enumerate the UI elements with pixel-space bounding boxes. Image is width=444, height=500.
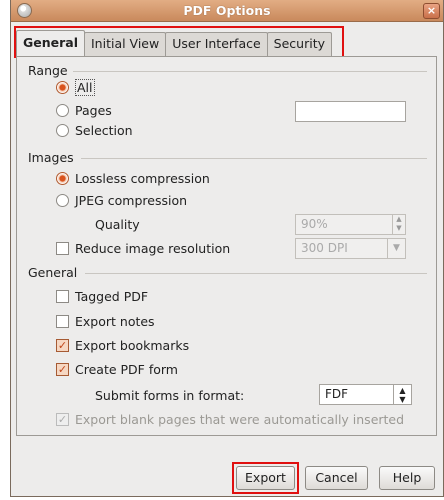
radio-lossless[interactable] [56,172,69,185]
submit-format-select[interactable]: FDF ▲ ▼ [319,384,412,405]
export-bookmarks-label: Export bookmarks [75,338,190,353]
tagged-pdf-checkbox[interactable] [56,290,69,303]
range-heading: Range [28,63,68,78]
submit-format-value: FDF [325,387,349,401]
resolution-select[interactable]: 300 DPI ▼ [295,238,406,259]
export-blank-pages-option[interactable]: ✓ Export blank pages that were automatic… [56,412,404,427]
tagged-pdf-option[interactable]: Tagged PDF [56,289,148,304]
export-bookmarks-option[interactable]: ✓ Export bookmarks [56,338,189,353]
export-notes-checkbox[interactable] [56,315,69,328]
general-heading: General [28,265,78,280]
range-all-label: All [75,79,95,96]
help-button[interactable]: Help [379,466,435,490]
submit-forms-row: Submit forms in format: [95,388,244,403]
submit-forms-label: Submit forms in format: [95,388,245,403]
radio-pages[interactable] [56,104,69,117]
general-divider [85,273,427,274]
range-pages-label: Pages [75,103,112,118]
checkmark-icon[interactable]: ✓ [56,339,69,352]
chevron-down-icon: ▼ [387,239,405,258]
export-highlight-box [232,462,299,494]
tabs-highlight-box [14,26,344,58]
reduce-resolution-checkbox[interactable] [56,242,69,255]
spin-arrows-icon[interactable]: ▲ ▼ [392,215,405,234]
resolution-value: 300 DPI [301,241,348,255]
create-pdf-form-label: Create PDF form [75,362,178,377]
title-bar[interactable]: PDF Options × [11,0,443,22]
images-divider [81,158,427,159]
quality-row: Quality [95,217,140,232]
tagged-pdf-label: Tagged PDF [75,289,149,304]
checkmark-icon[interactable]: ✓ [56,413,69,426]
window-title: PDF Options [183,3,271,18]
export-notes-option[interactable]: Export notes [56,314,155,329]
export-notes-label: Export notes [75,314,155,329]
jpeg-label: JPEG compression [75,193,188,208]
range-divider [73,71,427,72]
general-tab-panel: Range All Pages Selection Images Lossles… [16,56,437,436]
radio-jpeg[interactable] [56,194,69,207]
pdf-options-dialog: PDF Options × General Initial View User … [10,0,444,497]
spin-arrows-icon: ▲ ▼ [393,385,411,404]
close-icon[interactable]: × [423,3,440,19]
quality-stepper[interactable]: 90% ▲ ▼ [295,214,406,235]
create-pdf-form-option[interactable]: ✓ Create PDF form [56,362,178,377]
radio-selection[interactable] [56,124,69,137]
lossless-label: Lossless compression [75,171,210,186]
quality-value: 90% [301,217,328,231]
images-heading: Images [28,150,74,165]
range-selection-label: Selection [75,123,133,138]
export-blank-pages-label: Export blank pages that were automatical… [75,412,405,427]
jpeg-option[interactable]: JPEG compression [56,193,187,208]
cancel-button[interactable]: Cancel [305,466,368,490]
range-all-option[interactable]: All [56,79,95,96]
range-selection-option[interactable]: Selection [56,123,133,138]
pages-input[interactable] [295,101,406,122]
range-pages-option[interactable]: Pages [56,103,112,118]
reduce-resolution-option[interactable]: Reduce image resolution [56,241,230,256]
lossless-option[interactable]: Lossless compression [56,171,210,186]
radio-all[interactable] [56,81,69,94]
checkmark-icon[interactable]: ✓ [56,363,69,376]
reduce-resolution-label: Reduce image resolution [75,241,231,256]
quality-label: Quality [95,217,140,232]
